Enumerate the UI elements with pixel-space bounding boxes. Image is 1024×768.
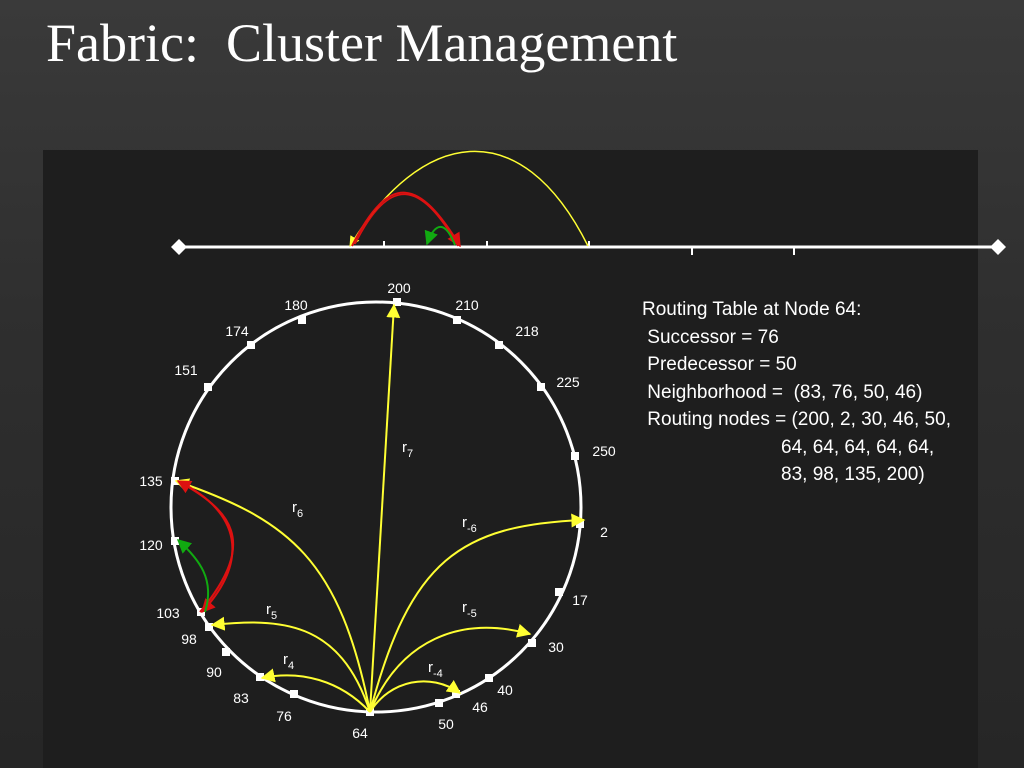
ring-node-label: 76 [276,708,292,724]
route-label-r-6: r-6 [462,514,477,535]
ring-node-label: 64 [352,725,368,741]
red-route-135-103 [179,481,234,614]
ring-node-label: 83 [233,690,249,706]
ring-node-180 [298,316,306,324]
route-label-r6: r6 [292,499,303,520]
ring-node-250 [571,452,579,460]
ring-node-label: 174 [225,323,249,339]
ring-node-label: 210 [455,297,479,313]
ring-node-label: 250 [592,443,616,459]
ring-node-label: 17 [572,592,588,608]
route-labels: r7 r6 r-6 r5 r-5 r4 r-4 [266,439,477,680]
ring-node-label: 120 [139,537,163,553]
ring-node-210 [453,316,461,324]
route-label-r4: r4 [283,651,294,672]
route-label-r7: r7 [402,439,413,460]
route-r7 [369,303,401,713]
ring-node-label: 46 [472,699,488,715]
ring-node-17 [555,588,563,596]
line-end-diamond [990,239,1006,255]
ring-node-200 [393,298,401,306]
routing-table: Routing Table at Node 64: Successor = 76… [642,296,951,489]
ring-node-76 [290,690,298,698]
ring-node-label: 98 [181,631,197,647]
ring-node-90 [222,648,230,656]
ring-node-label: 90 [206,664,222,680]
ring-node-151 [204,383,212,391]
line-red-arc [351,191,461,248]
ring-node-label: 50 [438,716,454,732]
routing-nodes-line3: 83, 98, 135, 200) [781,464,925,485]
route-label-r-4: r-4 [428,659,443,680]
ring-node-98 [205,623,213,631]
ring-node-label: 103 [156,605,180,621]
ring-node-label: 135 [139,473,163,489]
ring-node-30 [528,639,536,647]
route-r-6 [369,513,586,713]
line-start-diamond [171,239,187,255]
ring-node-label: 2 [600,524,608,540]
routing-nodes-line1: Routing nodes = (200, 2, 30, 46, 50, [642,409,951,430]
key-space-line [171,239,1006,255]
routing-table-heading: Routing Table at Node 64: [642,299,862,320]
ring-node-label: 218 [515,323,539,339]
routing-successor: Successor = 76 [642,326,779,348]
route-r4 [260,668,371,713]
ring-node-label: 200 [387,280,411,296]
ring-node-label: 151 [174,362,198,378]
ring-node-225 [537,383,545,391]
routing-predecessor: Predecessor = 50 [642,354,797,375]
ring-node-label: 30 [548,639,564,655]
ring-nodes: 200 210 218 225 250 2 17 30 40 46 50 64 76 83 90 98103 1… [139,280,616,741]
ring-node-174 [247,341,255,349]
route-label-r-5: r-5 [462,599,477,620]
line-green-arc [424,225,456,246]
ring-node-label: 225 [556,374,580,390]
ring-circle [169,300,583,714]
route-label-r5: r5 [266,601,277,622]
routing-nodes-line2: 64, 64, 64, 64, 64, [781,436,935,458]
ring-node-label: 180 [284,297,308,313]
route-r6 [174,478,371,713]
ring-node-label: 40 [497,682,513,698]
routing-neighborhood: Neighborhood = (83, 76, 50, 46) [642,381,923,403]
ring-node-218 [495,341,503,349]
ring-node-40 [485,674,493,682]
ring-node-50 [435,699,443,707]
